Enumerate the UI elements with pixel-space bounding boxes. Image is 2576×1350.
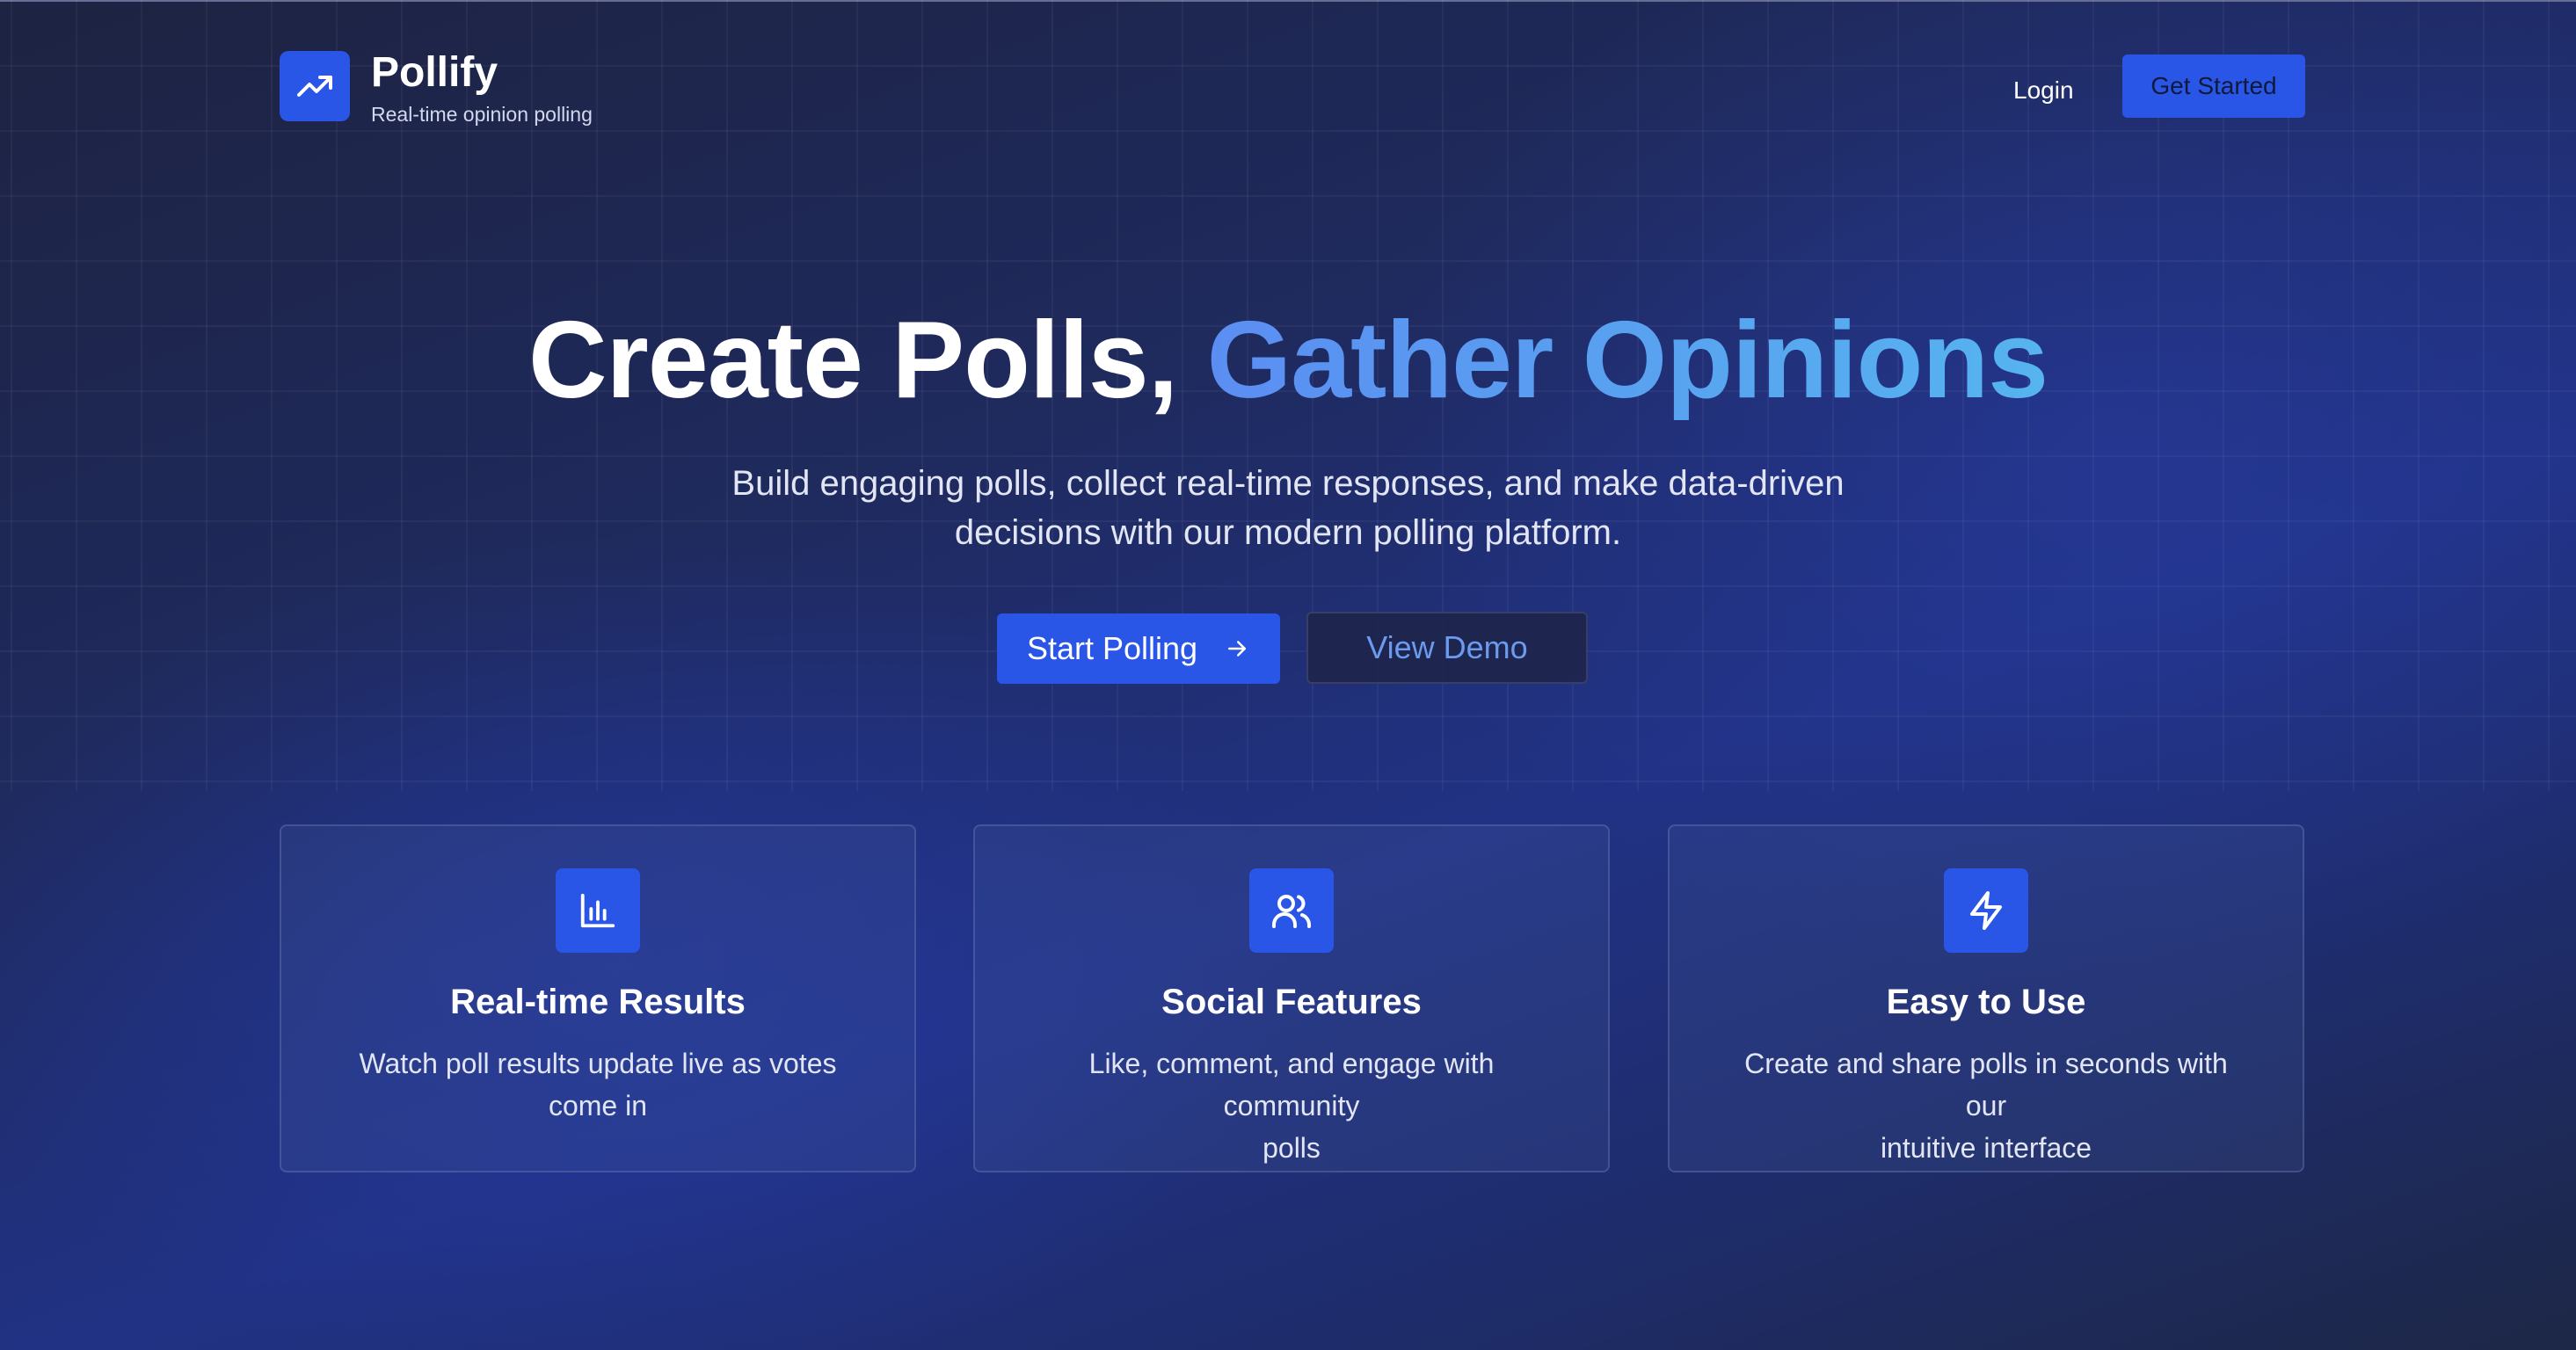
feature-description: Watch poll results update live as votes … (334, 1042, 862, 1127)
hero-title: Create Polls, Gather Opinions (0, 299, 2576, 422)
brand-tagline: Real-time opinion polling (371, 103, 593, 126)
hero-subtitle-line1: Build engaging polls, collect real-time … (731, 464, 1845, 503)
feature-desc-line1: Create and share polls in seconds with o… (1744, 1048, 2228, 1121)
feature-title: Social Features (1161, 983, 1422, 1021)
feature-title: Real-time Results (450, 983, 746, 1021)
feature-desc-line2: come in (548, 1090, 648, 1121)
get-started-button[interactable]: Get Started (2122, 54, 2305, 118)
feature-desc-line2: polls (1263, 1132, 1321, 1164)
start-polling-button[interactable]: Start Polling (997, 613, 1280, 684)
feature-description: Create and share polls in seconds with o… (1722, 1042, 2250, 1169)
hero-title-plain: Create Polls, (528, 300, 1178, 421)
lightning-icon (1944, 868, 2028, 953)
users-icon (1249, 868, 1334, 953)
landing-page: Pollify Real-time opinion polling Login … (0, 0, 2576, 1350)
feature-desc-line2: intuitive interface (1880, 1132, 2092, 1164)
hero-subtitle-line2: decisions with our modern polling platfo… (954, 513, 1622, 552)
feature-desc-line1: Watch poll results update live as votes (359, 1048, 837, 1079)
view-demo-button[interactable]: View Demo (1306, 612, 1588, 684)
feature-card-easy: Easy to Use Create and share polls in se… (1668, 824, 2304, 1172)
feature-description: Like, comment, and engage with community… (1028, 1042, 1555, 1169)
feature-title: Easy to Use (1886, 983, 2086, 1021)
trending-up-icon[interactable] (280, 51, 350, 121)
feature-desc-line1: Like, comment, and engage with community (1088, 1048, 1495, 1121)
arrow-right-icon (1228, 641, 1247, 657)
bar-chart-icon (556, 868, 640, 953)
header: Pollify Real-time opinion polling Login … (280, 49, 2305, 134)
login-link[interactable]: Login (2013, 70, 2074, 111)
feature-card-realtime: Real-time Results Watch poll results upd… (280, 824, 916, 1172)
brand-name[interactable]: Pollify (371, 49, 498, 97)
feature-card-social: Social Features Like, comment, and engag… (973, 824, 1610, 1172)
hero-title-highlight: Gather Opinions (1206, 300, 2048, 421)
hero-subtitle: Build engaging polls, collect real-time … (673, 459, 1903, 557)
start-polling-label: Start Polling (1026, 630, 1198, 666)
